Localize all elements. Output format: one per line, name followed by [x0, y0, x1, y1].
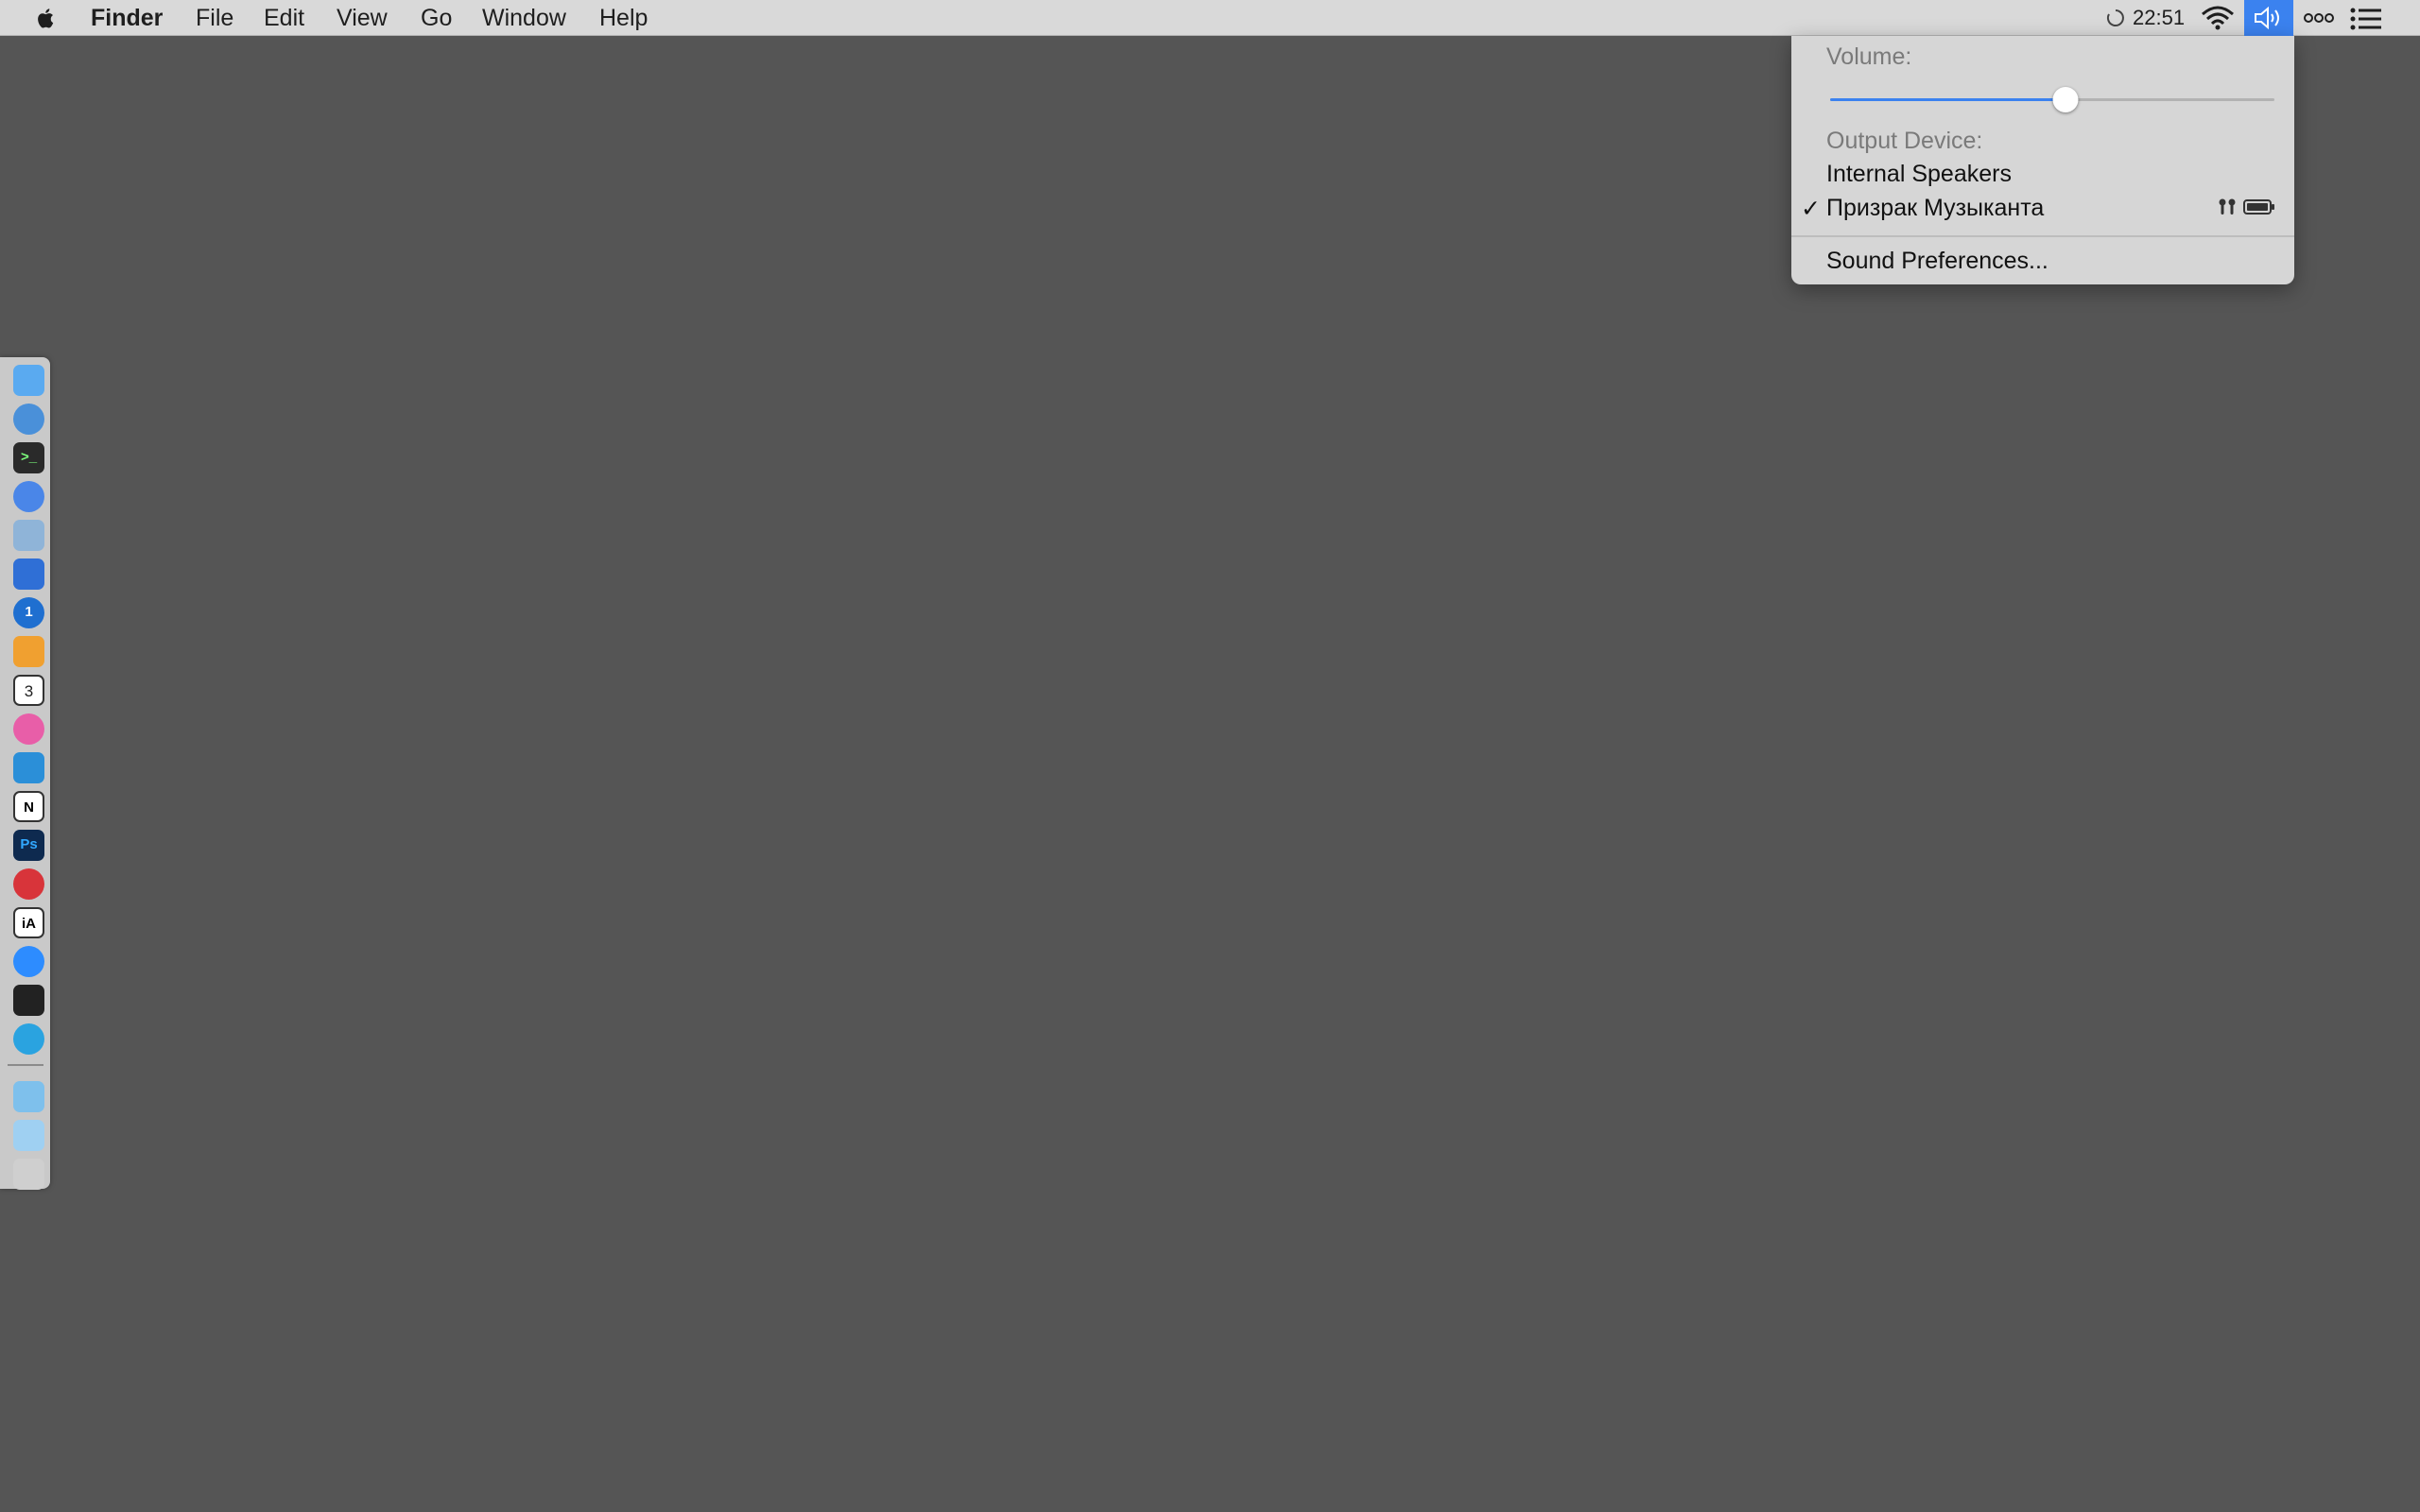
photoshop-icon[interactable]: Ps — [13, 830, 44, 861]
menu-edit[interactable]: Edit — [264, 0, 304, 36]
red-app-icon[interactable] — [13, 868, 44, 900]
device-prizrak-muzykanta[interactable]: Призрак Музыканта — [1826, 195, 2044, 222]
selected-checkmark: ✓ — [1801, 196, 1821, 222]
finder-icon[interactable] — [13, 365, 44, 396]
telegram-icon[interactable] — [13, 1023, 44, 1055]
zoom-icon[interactable] — [13, 946, 44, 977]
airpods-icon — [2219, 198, 2236, 215]
notion-icon[interactable]: N — [13, 791, 44, 822]
menu-view[interactable]: View — [337, 0, 388, 36]
output-device-label: Output Device: — [1826, 128, 1983, 154]
ia-writer-icon[interactable]: iA — [13, 907, 44, 938]
calendar-icon[interactable]: 3 — [13, 675, 44, 706]
calendar-date: 3 — [24, 682, 34, 700]
downloads-folder-icon[interactable] — [13, 1120, 44, 1151]
pages-icon[interactable] — [13, 636, 44, 667]
volume-icon — [2255, 7, 2279, 29]
menu-file[interactable]: File — [196, 0, 233, 36]
notification-list-icon[interactable] — [2350, 7, 2382, 31]
menubar-clock[interactable]: 22:51 — [2133, 0, 2185, 36]
tasks-icon[interactable] — [13, 558, 44, 590]
safari-icon[interactable] — [13, 404, 44, 435]
dock: >_ 1 3 N Ps iA — [0, 357, 50, 1190]
preview-icon[interactable] — [13, 520, 44, 551]
applications-folder-icon[interactable] — [13, 1081, 44, 1112]
loading-spinner-icon — [2106, 9, 2124, 26]
dock-separator — [8, 1064, 43, 1066]
chrome-icon[interactable] — [13, 481, 44, 512]
vscode-icon[interactable] — [13, 752, 44, 783]
menu-window[interactable]: Window — [482, 0, 566, 36]
itunes-icon[interactable] — [13, 713, 44, 745]
volume-slider[interactable] — [1830, 87, 2274, 112]
volume-dropdown-menu: Volume: Output Device: Internal Speakers… — [1791, 36, 2294, 284]
battery-icon — [2243, 199, 2274, 215]
trash-icon[interactable] — [13, 1159, 44, 1190]
terminal-icon[interactable]: >_ — [13, 442, 44, 473]
app-menu-finder[interactable]: Finder — [91, 0, 163, 36]
more-icon[interactable] — [2303, 11, 2335, 25]
sound-preferences-item[interactable]: Sound Preferences... — [1826, 248, 2048, 275]
activity-monitor-icon[interactable] — [13, 985, 44, 1016]
volume-slider-fill — [1830, 98, 2066, 101]
1password-icon[interactable]: 1 — [13, 597, 44, 628]
device-internal-speakers[interactable]: Internal Speakers — [1826, 161, 2012, 188]
wifi-icon[interactable] — [2199, 5, 2237, 31]
menu-go[interactable]: Go — [421, 0, 452, 36]
volume-menu-button[interactable] — [2244, 0, 2293, 36]
menu-separator — [1791, 235, 2294, 237]
volume-label: Volume: — [1826, 43, 1912, 70]
menu-help[interactable]: Help — [599, 0, 648, 36]
apple-logo-icon[interactable] — [32, 6, 60, 30]
volume-slider-knob[interactable] — [2052, 87, 2079, 112]
menu-bar: Finder File Edit View Go Window Help 22:… — [0, 0, 2420, 36]
